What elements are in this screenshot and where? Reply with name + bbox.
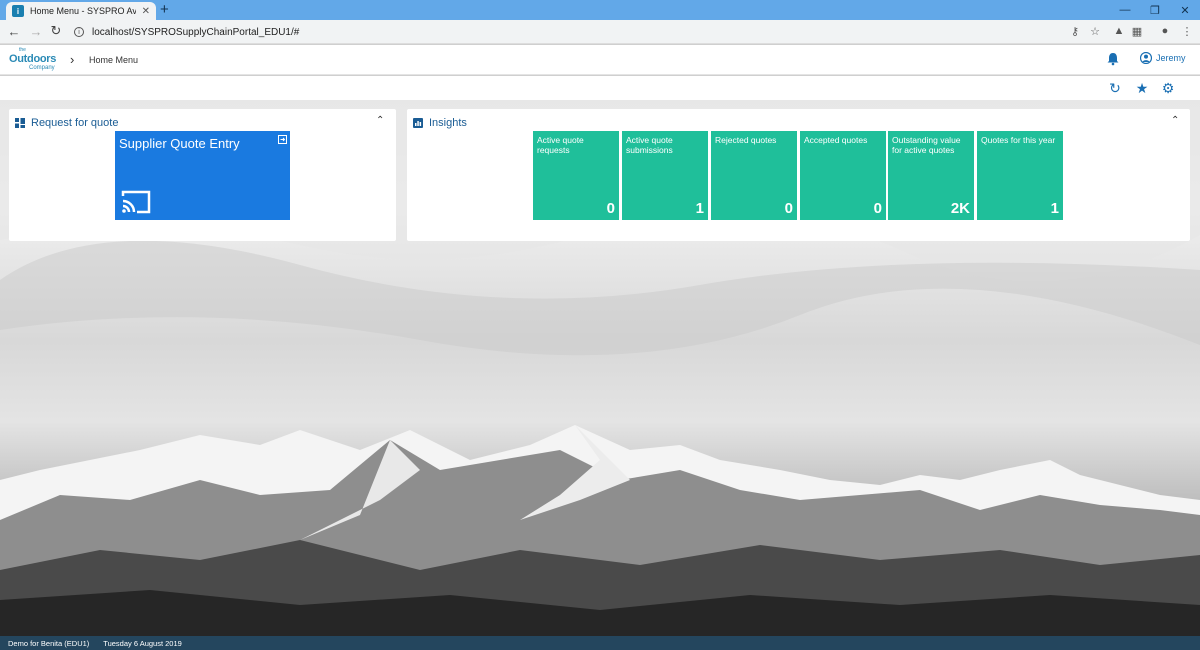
action-bar: ↻ ★ ⚙ — [0, 76, 1200, 100]
kpi-label: Active quote requests — [537, 135, 584, 155]
browser-tab-strip: i Home Menu - SYSPRO Avanti ✕ + — ❐ ✕ — [0, 0, 1200, 20]
logo-main-text: Outdoors — [9, 53, 57, 65]
kpi-label: Quotes for this year — [981, 135, 1056, 145]
reload-icon[interactable]: ↻ — [48, 23, 64, 39]
info-icon[interactable]: i — [74, 27, 84, 37]
syspro-favicon-icon: i — [12, 5, 24, 17]
favorites-star-icon[interactable]: ★ — [1134, 80, 1150, 96]
status-date: Tuesday 6 August 2019 — [103, 638, 182, 648]
refresh-icon[interactable]: ↻ — [1107, 80, 1123, 96]
kpi-tile-accepted-quotes[interactable]: Accepted quotes 0 — [800, 131, 886, 220]
new-tab-button[interactable]: + — [160, 1, 169, 18]
tab-title: Home Menu - SYSPRO Avanti — [30, 6, 136, 16]
kpi-tile-active-quote-submissions[interactable]: Active quote submissions 1 — [622, 131, 708, 220]
breadcrumb[interactable]: Home Menu — [89, 55, 138, 65]
collapse-chevron-up-icon[interactable]: ⌃ — [376, 115, 384, 126]
launch-icon[interactable] — [278, 135, 287, 144]
panel-title: Request for quote — [31, 117, 119, 129]
maximize-button[interactable]: ❐ — [1140, 0, 1170, 20]
browser-tab[interactable]: i Home Menu - SYSPRO Avanti ✕ — [6, 2, 156, 20]
bookmark-star-icon[interactable]: ☆ — [1088, 24, 1102, 38]
menu-dots-icon[interactable]: ⋮ — [1180, 24, 1194, 38]
status-bar: Demo for Benita (EDU1) Tuesday 6 August … — [0, 636, 1200, 650]
user-name: Jeremy — [1156, 53, 1186, 63]
profile-icon[interactable]: ● — [1158, 24, 1172, 38]
kpi-label: Active quote submissions — [626, 135, 673, 155]
notification-bell-icon[interactable] — [1106, 52, 1120, 66]
panel-title: Insights — [429, 117, 467, 129]
cast-icon — [121, 190, 151, 214]
supplier-quote-entry-tile[interactable]: Supplier Quote Entry — [115, 131, 290, 220]
kpi-value: 0 — [606, 200, 615, 217]
settings-gear-icon[interactable]: ⚙ — [1160, 80, 1176, 96]
kpi-tile-active-quote-requests[interactable]: Active quote requests 0 — [533, 131, 619, 220]
back-arrow-icon[interactable]: ← — [6, 23, 22, 39]
bar-chart-icon — [413, 118, 423, 128]
kpi-value: 1 — [695, 200, 704, 217]
kpi-label: Accepted quotes — [804, 135, 868, 145]
minimize-button[interactable]: — — [1110, 0, 1140, 20]
kpi-tile-rejected-quotes[interactable]: Rejected quotes 0 — [711, 131, 797, 220]
company-logo[interactable]: the Outdoors Company — [9, 47, 61, 73]
kpi-label: Rejected quotes — [715, 135, 777, 145]
kpi-tile-quotes-this-year[interactable]: Quotes for this year 1 — [977, 131, 1063, 220]
key-icon[interactable]: ⚷ — [1068, 24, 1082, 38]
user-avatar-icon — [1140, 52, 1152, 64]
kpi-value: 1 — [1050, 200, 1059, 217]
kpi-label: Outstanding value for active quotes — [892, 135, 961, 155]
chevron-right-icon: › — [70, 52, 75, 67]
tile-title: Supplier Quote Entry — [119, 136, 240, 151]
extension-icon[interactable]: ▲ — [1112, 24, 1126, 38]
app-header: the Outdoors Company › Home Menu Jeremy — [0, 45, 1200, 75]
address-bar[interactable]: i localhost/SYSPROSupplyChainPortal_EDU1… — [70, 23, 1060, 41]
forward-arrow-icon[interactable]: → — [28, 23, 44, 39]
browser-toolbar: ← → ↻ i localhost/SYSPROSupplyChainPorta… — [0, 20, 1200, 44]
close-window-button[interactable]: ✕ — [1170, 0, 1200, 20]
kpi-value: 0 — [784, 200, 793, 217]
status-company: Demo for Benita (EDU1) — [8, 638, 90, 648]
collapse-chevron-up-icon[interactable]: ⌃ — [1171, 115, 1179, 126]
tab-close-icon[interactable]: ✕ — [142, 6, 150, 17]
kpi-value: 2K — [950, 200, 970, 217]
extension-pdf-icon[interactable]: ▦ — [1130, 24, 1144, 38]
dashboard-grid-icon — [15, 118, 25, 128]
kpi-value: 0 — [873, 200, 882, 217]
insights-panel: Insights ⌃ — [407, 109, 1190, 241]
user-menu[interactable]: Jeremy — [1140, 52, 1186, 64]
logo-company-text: Company — [29, 65, 55, 71]
url-text: localhost/SYSPROSupplyChainPortal_EDU1/# — [92, 26, 300, 38]
kpi-tile-outstanding-value[interactable]: Outstanding value for active quotes 2K — [888, 131, 974, 220]
